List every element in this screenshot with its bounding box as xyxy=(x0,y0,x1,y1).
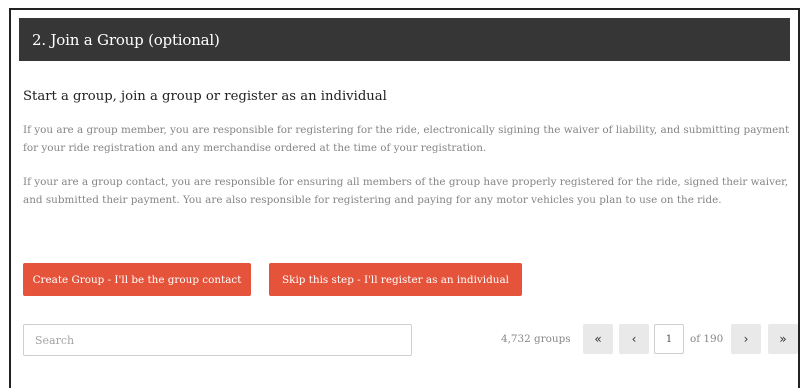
section-header: 2. Join a Group (optional) xyxy=(19,18,790,61)
double-chevron-right-icon: » xyxy=(779,332,787,346)
group-count: 4,732 groups xyxy=(501,333,571,345)
page-number-input[interactable] xyxy=(654,324,684,354)
chevron-right-icon: › xyxy=(743,332,749,346)
first-page-button[interactable]: « xyxy=(583,324,613,354)
previous-page-button[interactable]: ‹ xyxy=(619,324,649,354)
next-page-button[interactable]: › xyxy=(731,324,761,354)
double-chevron-left-icon: « xyxy=(594,332,602,346)
join-group-panel: 2. Join a Group (optional) Start a group… xyxy=(9,8,800,388)
create-group-button[interactable]: Create Group - I'll be the group contact xyxy=(23,263,251,296)
last-page-button[interactable]: » xyxy=(768,324,798,354)
search-input[interactable] xyxy=(23,324,412,356)
group-contact-info: If your are a group contact, you are res… xyxy=(23,176,789,206)
section-title: 2. Join a Group (optional) xyxy=(32,30,220,49)
skip-step-button[interactable]: Skip this step - I'll register as an ind… xyxy=(269,263,522,296)
page-total-label: of 190 xyxy=(690,333,724,345)
group-member-info: If you are a group member, you are respo… xyxy=(23,124,790,154)
intro-subtitle: Start a group, join a group or register … xyxy=(23,89,387,104)
chevron-left-icon: ‹ xyxy=(631,332,637,346)
